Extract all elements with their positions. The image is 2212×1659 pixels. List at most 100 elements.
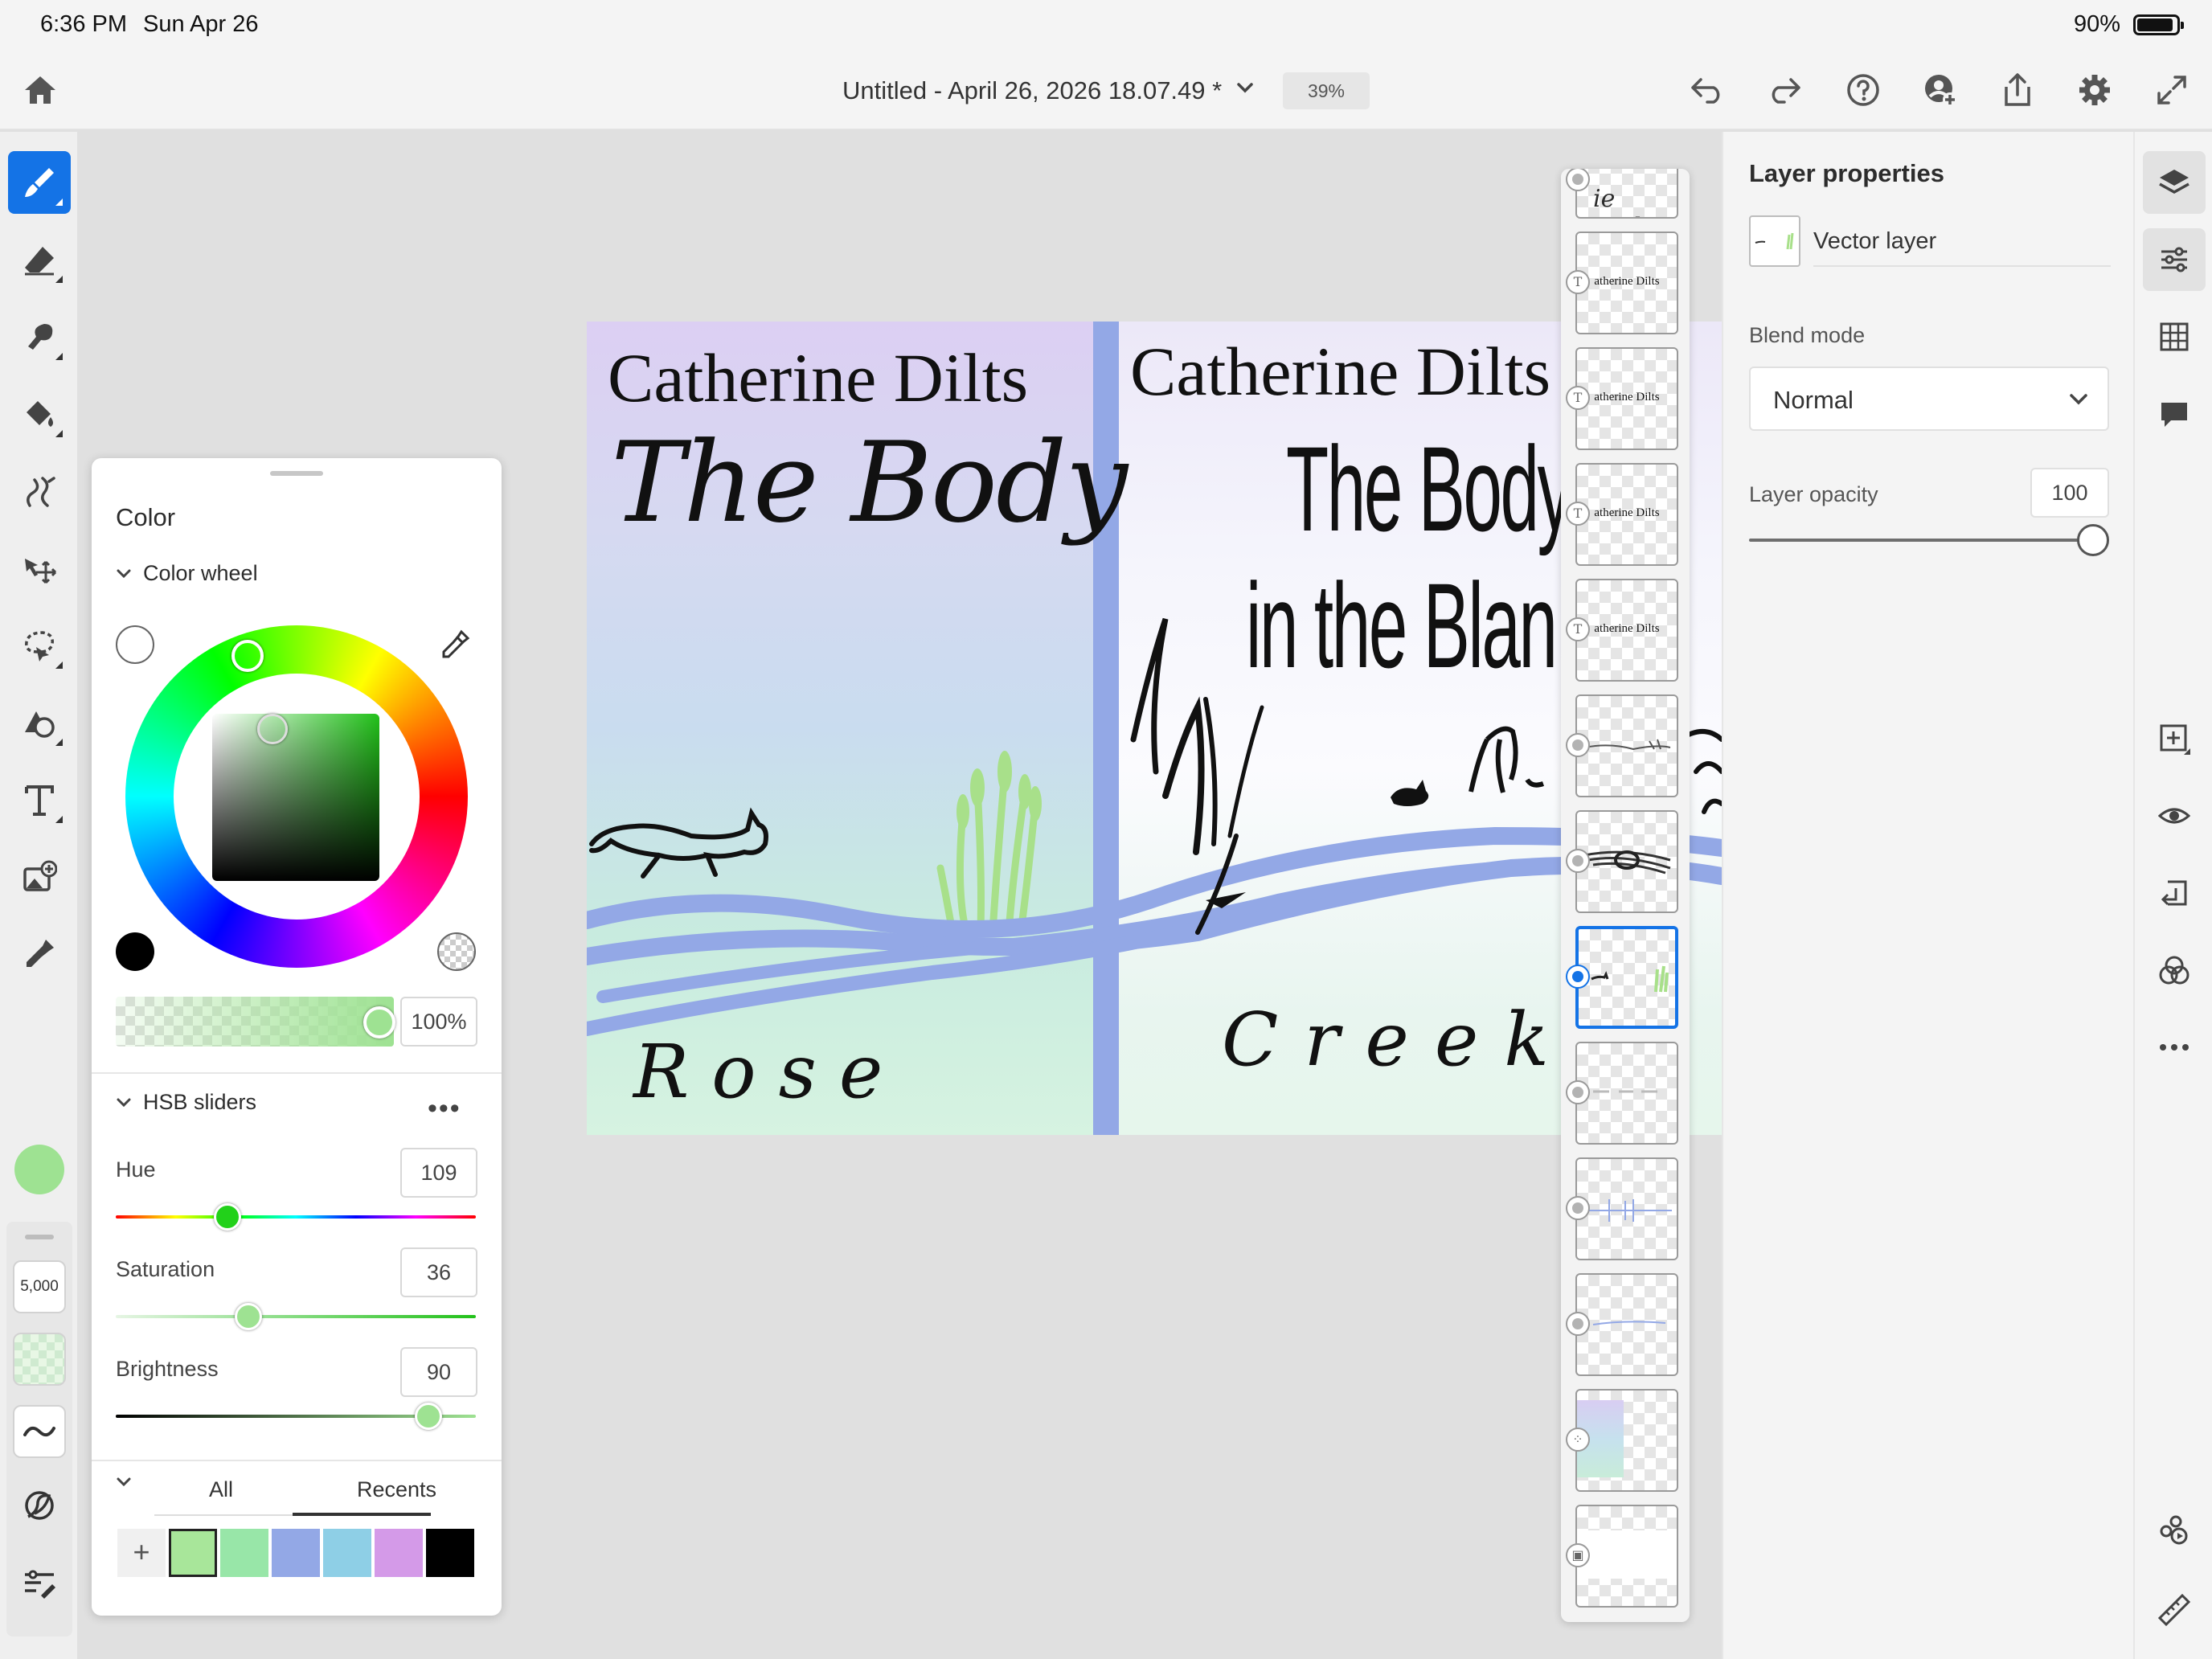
current-color-swatch[interactable] xyxy=(14,1145,64,1194)
add-swatch-button[interactable]: + xyxy=(117,1529,166,1577)
blend-mode-select[interactable]: Normal xyxy=(1749,367,2109,431)
hsb-section-toggle[interactable]: HSB sliders xyxy=(116,1090,256,1115)
import-icon[interactable] xyxy=(2143,862,2206,924)
transparent-color-button[interactable] xyxy=(437,932,476,971)
eyedropper-tool[interactable] xyxy=(8,923,71,985)
move-tool[interactable] xyxy=(8,537,71,600)
invite-icon[interactable] xyxy=(1919,69,1961,111)
add-layer-icon[interactable] xyxy=(2143,707,2206,770)
canvas[interactable]: Catherine Dilts The Body Rose Catherine … xyxy=(587,322,1722,1135)
left-toolbar: 5,000 xyxy=(0,132,77,1659)
layer-thumb[interactable]: atherine Dilts xyxy=(1575,463,1678,566)
panel-handle[interactable] xyxy=(25,1235,54,1239)
libraries-icon[interactable] xyxy=(2143,1498,2206,1561)
panel-grip[interactable] xyxy=(270,471,323,476)
black-color-button[interactable] xyxy=(116,932,154,971)
brush-size[interactable]: 5,000 xyxy=(13,1260,66,1313)
layer-thumb[interactable]: atherine Dilts xyxy=(1575,347,1678,450)
alpha-field[interactable]: 100% xyxy=(400,997,477,1047)
tab-recents[interactable]: Recents xyxy=(357,1477,436,1502)
chevron-down-icon xyxy=(2070,394,2087,405)
layer-opacity-slider[interactable] xyxy=(1749,539,2095,542)
layers-icon[interactable] xyxy=(2143,151,2206,214)
layer-thumb[interactable] xyxy=(1575,1273,1678,1376)
pressure-icon[interactable] xyxy=(13,1479,66,1532)
swatch[interactable] xyxy=(323,1529,371,1577)
ruler-icon[interactable] xyxy=(2143,1579,2206,1641)
swatch[interactable] xyxy=(169,1529,217,1577)
more-options-icon[interactable]: ••• xyxy=(428,1093,461,1124)
layer-thumb[interactable] xyxy=(1575,810,1678,913)
brush-tool[interactable] xyxy=(8,151,71,214)
saturation-slider[interactable] xyxy=(116,1315,476,1318)
divider xyxy=(1813,265,2111,267)
shapes-tool[interactable] xyxy=(8,691,71,754)
layer-thumb[interactable]: atherine Dilts xyxy=(1575,579,1678,682)
home-icon[interactable] xyxy=(19,69,61,111)
text-tool[interactable] xyxy=(8,768,71,831)
swatch[interactable] xyxy=(426,1529,474,1577)
alpha-handle[interactable] xyxy=(363,1006,395,1038)
layer-opacity-field[interactable]: 100 xyxy=(2030,468,2109,518)
signature-back: Rose xyxy=(633,1029,906,1115)
vector-layer-icon xyxy=(1566,849,1590,873)
chevron-down-icon[interactable] xyxy=(1235,77,1256,102)
document-title[interactable]: Untitled - April 26, 2026 18.07.49 * xyxy=(842,76,1222,105)
alpha-slider[interactable] xyxy=(116,997,394,1047)
blend-icon[interactable] xyxy=(2143,939,2206,1002)
layer-thumb[interactable] xyxy=(1575,1157,1678,1260)
brightness-field[interactable]: 90 xyxy=(400,1347,477,1397)
hue-field[interactable]: 109 xyxy=(400,1148,477,1198)
hue-handle[interactable] xyxy=(231,640,264,672)
chevron-down-icon[interactable] xyxy=(116,1474,132,1490)
layer-thumb[interactable] xyxy=(1575,694,1678,797)
fill-tool[interactable] xyxy=(8,383,71,445)
visibility-icon[interactable] xyxy=(2143,784,2206,847)
brush-opacity[interactable] xyxy=(13,1333,66,1386)
redo-icon[interactable] xyxy=(1763,69,1805,111)
brightness-knob[interactable] xyxy=(415,1403,442,1430)
zoom-level[interactable]: 39% xyxy=(1283,72,1370,109)
lasso-tool[interactable] xyxy=(8,614,71,677)
tab-all[interactable]: All xyxy=(209,1477,233,1502)
layer-thumb[interactable] xyxy=(1575,1042,1678,1145)
layer-thumb[interactable]: atherine Dilts xyxy=(1575,231,1678,334)
smoothing-icon[interactable] xyxy=(13,1405,66,1458)
swatch[interactable] xyxy=(220,1529,268,1577)
settings-icon[interactable] xyxy=(2074,69,2116,111)
color-wheel-label: Color wheel xyxy=(143,561,258,585)
swatch[interactable] xyxy=(272,1529,320,1577)
layer-thumb[interactable] xyxy=(1575,1389,1678,1492)
battery-percent: 90% xyxy=(2073,11,2120,37)
white-color-button[interactable] xyxy=(116,625,154,664)
smudge-tool[interactable] xyxy=(8,305,71,368)
undo-icon[interactable] xyxy=(1686,69,1728,111)
saturation-knob[interactable] xyxy=(235,1303,262,1330)
author-name-back: Catherine Dilts xyxy=(608,339,1029,416)
expand-icon[interactable] xyxy=(2151,69,2193,111)
share-icon[interactable] xyxy=(1997,69,2038,111)
swatch[interactable] xyxy=(375,1529,423,1577)
help-icon[interactable] xyxy=(1842,69,1884,111)
liquify-tool[interactable] xyxy=(8,460,71,522)
saturation-handle[interactable] xyxy=(257,714,288,744)
layer-opacity-knob[interactable] xyxy=(2077,524,2109,556)
layer-thumb-selected[interactable] xyxy=(1575,926,1678,1029)
comments-icon[interactable] xyxy=(2143,383,2206,445)
eraser-tool[interactable] xyxy=(8,228,71,291)
more-icon[interactable] xyxy=(2143,1016,2206,1079)
hue-slider[interactable] xyxy=(116,1215,476,1219)
text-layer-icon: T xyxy=(1566,386,1590,410)
saturation-field[interactable]: 36 xyxy=(400,1247,477,1297)
status-date: Sun Apr 26 xyxy=(143,11,259,37)
eyedropper-icon[interactable] xyxy=(439,629,471,665)
brush-settings-icon[interactable] xyxy=(13,1556,66,1609)
adjustments-icon[interactable] xyxy=(2143,228,2206,291)
saturation-brightness-square[interactable] xyxy=(212,714,379,881)
layer-thumb[interactable]: ie Body xyxy=(1575,169,1678,219)
layer-thumb[interactable] xyxy=(1575,1505,1678,1608)
image-tool[interactable] xyxy=(8,846,71,908)
hue-knob[interactable] xyxy=(214,1203,241,1231)
grid-icon[interactable] xyxy=(2143,305,2206,368)
color-wheel-section-toggle[interactable]: Color wheel xyxy=(116,561,258,586)
